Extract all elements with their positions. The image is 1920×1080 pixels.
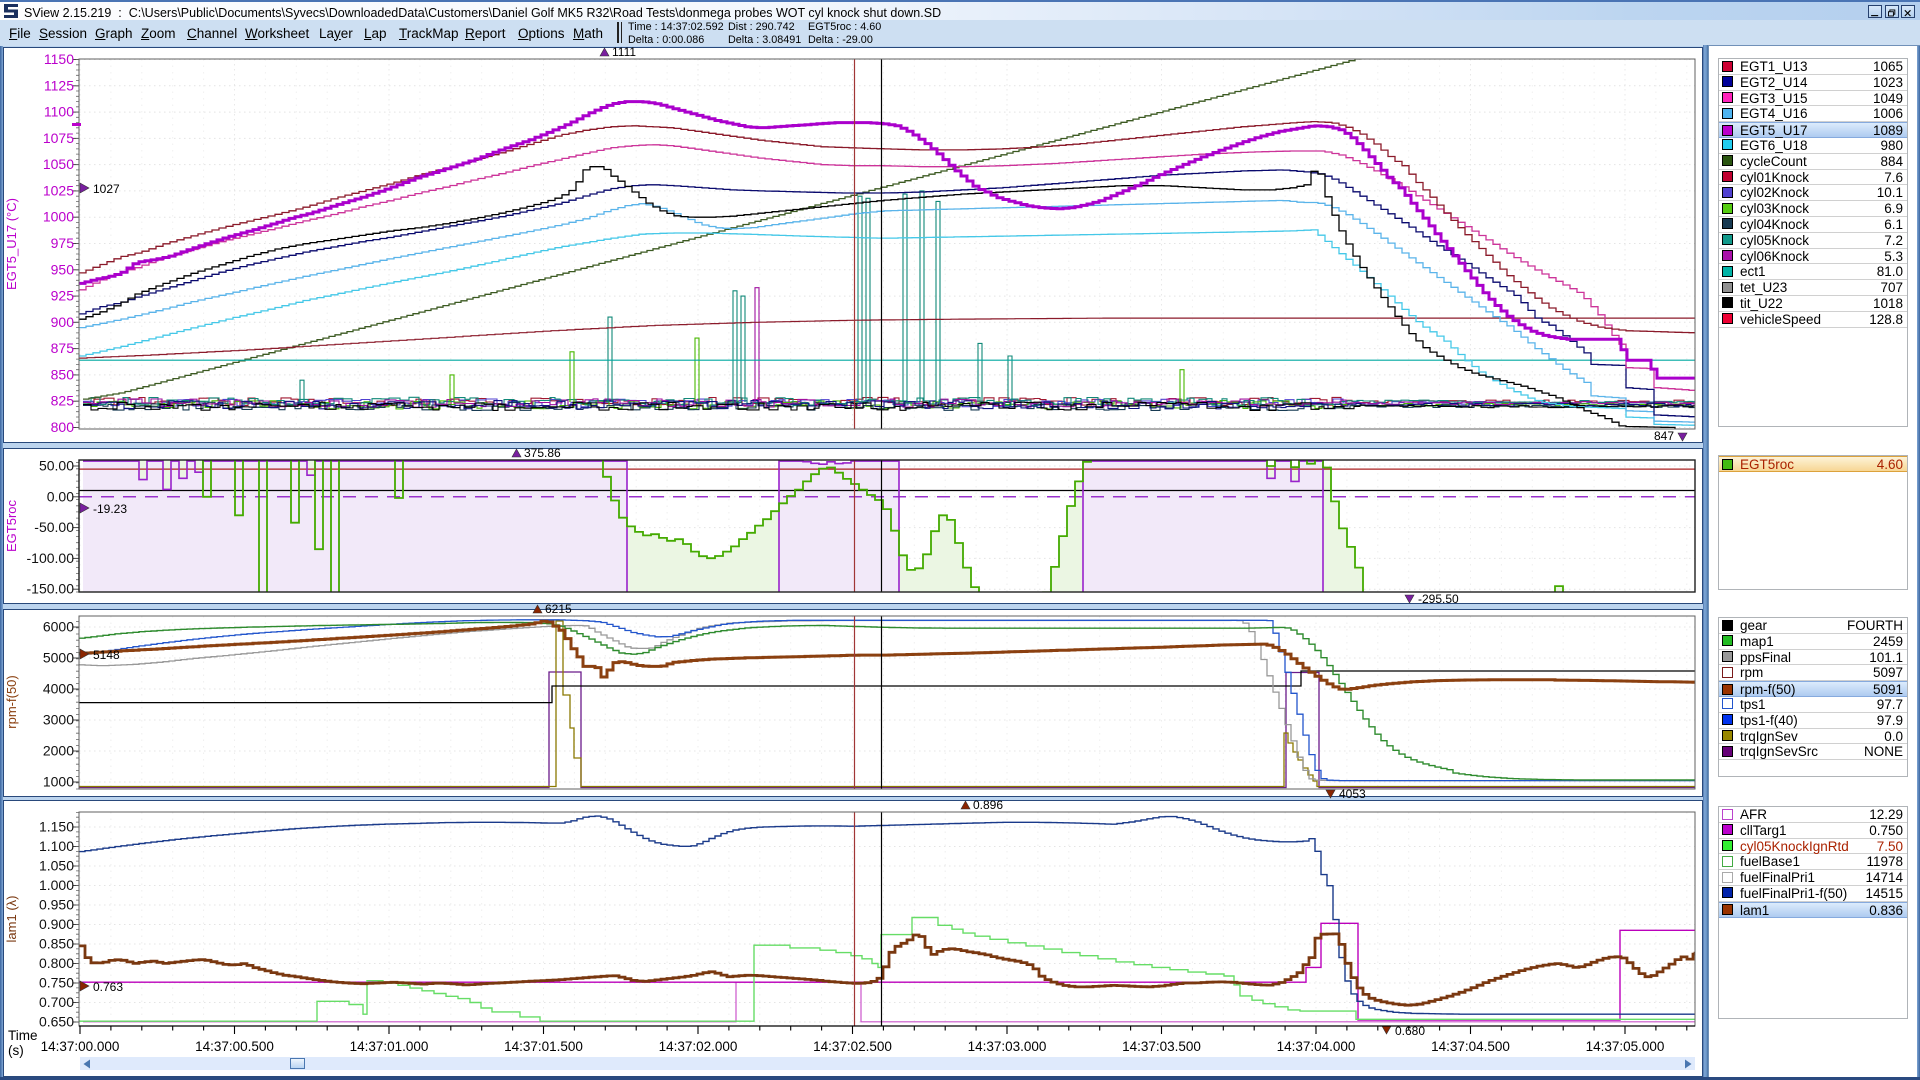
svg-text:0.800: 0.800 (39, 955, 74, 971)
svg-text:14:37:00.500: 14:37:00.500 (195, 1039, 274, 1054)
svg-text:14:37:03.500: 14:37:03.500 (1122, 1039, 1201, 1054)
svg-text:14:37:01.000: 14:37:01.000 (350, 1039, 429, 1054)
svg-text:0.850: 0.850 (39, 936, 74, 952)
svg-text:0.750: 0.750 (39, 975, 74, 991)
svg-text:lam1 (λ): lam1 (λ) (4, 896, 19, 943)
svg-text:0.763: 0.763 (93, 980, 123, 994)
svg-text:14:37:02.500: 14:37:02.500 (813, 1039, 892, 1054)
svg-text:1.100: 1.100 (39, 838, 74, 854)
svg-text:14:37:01.500: 14:37:01.500 (504, 1039, 583, 1054)
svg-text:14:37:04.500: 14:37:04.500 (1431, 1039, 1510, 1054)
svg-text:0.896: 0.896 (973, 798, 1003, 812)
svg-text:0.950: 0.950 (39, 897, 74, 913)
svg-text:1.000: 1.000 (39, 877, 74, 893)
svg-text:Time: Time (8, 1028, 38, 1043)
svg-text:14:37:04.000: 14:37:04.000 (1277, 1039, 1356, 1054)
svg-text:0.900: 0.900 (39, 916, 74, 932)
svg-text:0.650: 0.650 (39, 1014, 74, 1030)
svg-text:1.150: 1.150 (39, 819, 74, 835)
svg-text:0.700: 0.700 (39, 994, 74, 1010)
svg-text:14:37:05.000: 14:37:05.000 (1586, 1039, 1665, 1054)
svg-text:14:37:02.000: 14:37:02.000 (659, 1039, 738, 1054)
svg-text:14:37:00.000: 14:37:00.000 (41, 1039, 120, 1054)
svg-text:(s): (s) (8, 1043, 24, 1058)
svg-text:1.050: 1.050 (39, 858, 74, 874)
svg-text:14:37:03.000: 14:37:03.000 (968, 1039, 1047, 1054)
